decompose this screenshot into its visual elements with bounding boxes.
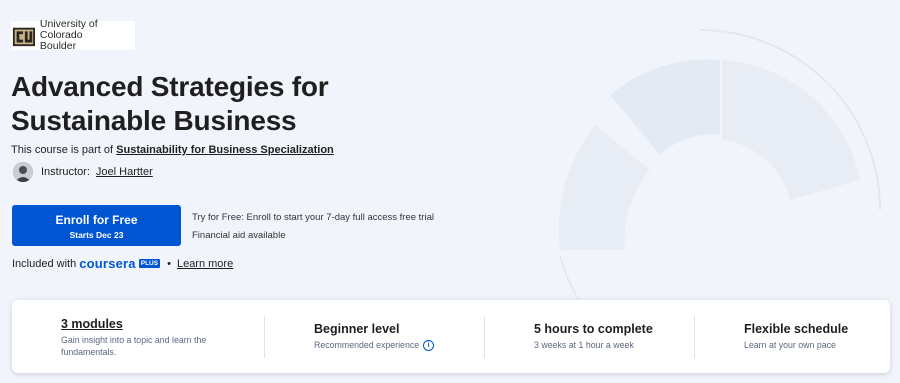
instructor-label: Instructor: (41, 166, 90, 178)
level-subtext: Recommended experience (314, 340, 420, 350)
part-of-prefix: This course is part of (11, 144, 117, 156)
learn-more-link[interactable]: Learn more (177, 258, 233, 270)
duration-description: 3 weeks at 1 hour a week (534, 340, 634, 350)
divider (694, 316, 695, 358)
schedule-title: Flexible schedule (744, 322, 849, 336)
partner-name: University of Colorado Boulder (39, 18, 98, 52)
divider (264, 316, 265, 358)
modules-link[interactable]: 3 modules (61, 317, 261, 331)
included-prefix: Included with (12, 257, 77, 270)
enroll-start-date: Starts Dec 23 (69, 230, 124, 240)
info-duration: 5 hours to complete 3 weeks at 1 hour a … (534, 300, 714, 373)
avatar (13, 162, 33, 182)
info-level: Beginner level Recommended experience i (314, 300, 494, 373)
instructor-row: Instructor: Joel Hartter (13, 162, 153, 182)
modules-description: Gain insight into a topic and learn the … (61, 335, 207, 357)
partner-logo[interactable]: University of Colorado Boulder (11, 18, 135, 52)
coursera-logo: coursera (79, 256, 136, 271)
divider (484, 316, 485, 358)
duration-title: 5 hours to complete (534, 322, 653, 336)
financial-aid-text: Financial aid available (192, 230, 286, 241)
trial-info: Try for Free: Enroll to start your 7-day… (192, 212, 434, 223)
specialization-line: This course is part of Sustainability fo… (11, 144, 334, 156)
level-description: Recommended experience i (314, 339, 494, 352)
plus-badge: PLUS (138, 259, 161, 268)
info-schedule: Flexible schedule Learn at your own pace (744, 300, 884, 373)
separator-dot: • (167, 257, 171, 270)
cu-logo-icon (12, 27, 36, 46)
instructor-link[interactable]: Joel Hartter (96, 166, 153, 178)
level-title: Beginner level (314, 322, 400, 336)
info-icon[interactable]: i (423, 340, 435, 352)
enroll-label: Enroll for Free (55, 213, 138, 227)
info-modules: 3 modules Gain insight into a topic and … (61, 300, 261, 373)
course-info-card: 3 modules Gain insight into a topic and … (12, 300, 890, 373)
enroll-button[interactable]: Enroll for Free Starts Dec 23 (12, 205, 181, 246)
schedule-description: Learn at your own pace (744, 340, 836, 350)
included-with-row: Included with coursera PLUS • Learn more (12, 256, 233, 271)
specialization-link[interactable]: Sustainability for Business Specializati… (116, 144, 334, 156)
page-title: Advanced Strategies for Sustainable Busi… (11, 71, 329, 136)
